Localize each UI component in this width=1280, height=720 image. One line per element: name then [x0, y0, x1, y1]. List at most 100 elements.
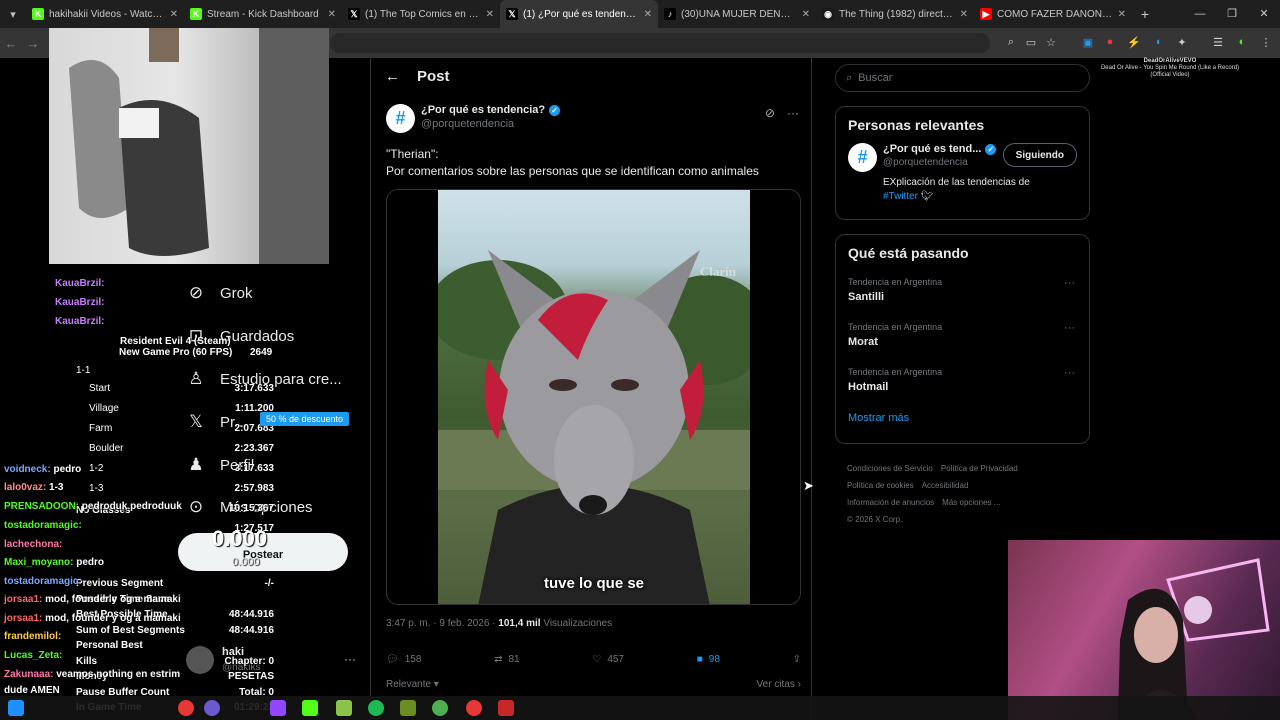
address-bar[interactable] — [330, 33, 990, 53]
back-arrow-icon[interactable]: ← — [385, 68, 417, 85]
profile-icon[interactable]: ◐ — [1234, 34, 1250, 50]
footer-link[interactable]: © 2026 X Corp. — [847, 515, 902, 524]
repost-button[interactable]: ⇄ 81 — [494, 654, 520, 665]
new-tab-icon[interactable]: + — [1132, 6, 1158, 22]
stat-label: Personal Best — [76, 640, 143, 651]
footer-link[interactable]: Más opciones ... — [942, 498, 1000, 507]
forward-nav-icon[interactable]: → — [22, 36, 44, 51]
browser-tab[interactable]: ◉ The Thing (1982) directed by J ✕ — [816, 0, 974, 28]
puzzle-icon[interactable]: ✦ — [1174, 34, 1190, 50]
chat-message: KauaBrzil: — [55, 278, 104, 296]
show-more-link[interactable]: Mostrar más — [836, 406, 1089, 436]
app-icon-obs[interactable] — [498, 700, 514, 716]
back-nav-icon[interactable]: ← — [0, 36, 22, 51]
zoom-icon[interactable]: ⌕ — [1003, 34, 1019, 50]
minimize-icon[interactable]: — — [1184, 0, 1216, 28]
footer-link[interactable]: Política de Privacidad — [941, 464, 1018, 473]
author-avatar[interactable]: # — [386, 104, 415, 133]
split-row: Boulder 2:23.367 — [76, 443, 274, 459]
tab-close-icon[interactable]: ✕ — [960, 9, 968, 20]
app-icon-minecraft[interactable] — [336, 700, 352, 716]
app-icon-record[interactable] — [178, 700, 194, 716]
account-menu-icon[interactable]: ··· — [344, 652, 356, 666]
trend-more-icon[interactable]: ··· — [1064, 322, 1075, 334]
trend-more-icon[interactable]: ··· — [1064, 277, 1075, 289]
post-timestamp[interactable]: 3:47 p. m. · 9 feb. 2026 · — [386, 618, 498, 629]
following-button[interactable]: Siguiendo — [1002, 143, 1077, 167]
split-name: Village — [89, 403, 119, 414]
search-input[interactable]: ⌕ Buscar — [835, 64, 1090, 92]
footer-link[interactable]: Política de cookies — [847, 481, 914, 490]
translate-extension-icon[interactable]: ⚡ — [1126, 34, 1142, 50]
browser-tab[interactable]: Khakihakii Videos - Watch On-De ✕ — [26, 0, 184, 28]
tab-close-icon[interactable]: ✕ — [802, 9, 810, 20]
author-handle[interactable]: @porquetendencia — [421, 118, 560, 130]
app-icon-opera[interactable] — [466, 700, 482, 716]
app-icon-twitch[interactable] — [270, 700, 286, 716]
grok-explain-icon[interactable]: ⊘ — [765, 106, 775, 120]
start-menu-icon[interactable] — [8, 700, 24, 716]
tab-close-icon[interactable]: ✕ — [328, 9, 336, 20]
stat-label: Kills — [76, 655, 98, 667]
sort-dropdown[interactable]: Relevante ▾ — [386, 679, 439, 690]
share-button[interactable]: ⇪ — [793, 654, 801, 665]
relevant-user-bio: EXplicación de las tendencias de #Twitter… — [836, 172, 1089, 204]
post-text-line: Por comentarios sobre las personas que s… — [386, 164, 759, 178]
grok-icon: ⊘ — [188, 283, 204, 302]
trend-item[interactable]: Tendencia en Argentina Morat ··· — [836, 316, 1089, 361]
mouse-cursor-icon: ➤ — [803, 478, 814, 493]
app-icon-kick[interactable] — [302, 700, 318, 716]
app-icon-discord[interactable] — [204, 700, 220, 716]
tab-close-icon[interactable]: ✕ — [644, 9, 652, 20]
tab-search-icon[interactable]: ▾ — [0, 0, 26, 28]
relevant-user-avatar[interactable]: # — [848, 143, 877, 172]
tab-title: hakihakii Videos - Watch On-De — [49, 8, 166, 20]
tab-close-icon[interactable]: ✕ — [486, 9, 494, 20]
footer-link[interactable]: Condiciones de Servicio — [847, 464, 933, 473]
bookmark-star-icon[interactable]: ☆ — [1043, 34, 1059, 50]
footer-link[interactable]: Información de anuncios — [847, 498, 934, 507]
split-row: Village 1:11.200 — [76, 403, 274, 419]
close-window-icon[interactable]: ✕ — [1248, 0, 1280, 28]
like-button[interactable]: ♡ 457 — [592, 654, 624, 665]
relevant-user[interactable]: # ¿Por qué es tend... ✓ @porquetendencia … — [836, 143, 1089, 172]
audio-extension-icon[interactable]: ◖ — [1150, 34, 1166, 50]
split-row: 1-3 2:57.983 — [76, 483, 274, 499]
nav-saved-label: Guardados — [220, 327, 295, 345]
app-icon-spotify[interactable] — [368, 700, 384, 716]
app-icon-chrome[interactable] — [432, 700, 448, 716]
browser-menu-icon[interactable]: ⋮ — [1258, 34, 1274, 50]
browser-tab[interactable]: K Stream - Kick Dashboard ✕ — [184, 0, 342, 28]
tab-close-icon[interactable]: ✕ — [1118, 9, 1126, 20]
browser-tab[interactable]: 𝕏 (1) The Top Comics en X: "Avan ✕ — [342, 0, 500, 28]
cast-icon[interactable]: ▭ — [1023, 34, 1039, 50]
browser-tab[interactable]: ♪ (30)UNA MUJER DENUNCIÓ Q ✕ — [658, 0, 816, 28]
maximize-icon[interactable]: ❐ — [1216, 0, 1248, 28]
trend-context: Tendencia en Argentina — [848, 322, 943, 332]
post-more-icon[interactable]: ··· — [787, 106, 799, 120]
post-author[interactable]: # ¿Por qué es tendencia? ✓ @porquetendenc… — [386, 104, 561, 133]
reply-button[interactable]: 💬︎ 158 — [386, 654, 421, 665]
browser-tab[interactable]: ▶ COMO FAZER DANONINHO C ✕ — [974, 0, 1132, 28]
relevant-user-handle[interactable]: @porquetendencia — [883, 157, 1003, 168]
author-name[interactable]: ¿Por qué es tendencia? — [421, 104, 545, 116]
tab-close-icon[interactable]: ✕ — [170, 9, 178, 20]
view-quotes-link[interactable]: Ver citas › — [757, 679, 801, 690]
app-icon-files[interactable] — [400, 700, 416, 716]
post-video[interactable]: Clarín tuve lo que se — [438, 190, 750, 604]
sidebar-panel-icon[interactable]: ☰ — [1210, 34, 1226, 50]
trend-item[interactable]: Tendencia en Argentina Hotmail ··· — [836, 361, 1089, 406]
trend-more-icon[interactable]: ··· — [1064, 367, 1075, 379]
bookmark-button[interactable]: ■ 98 — [697, 654, 720, 665]
relevant-user-name[interactable]: ¿Por qué es tend... — [883, 143, 981, 155]
post-media[interactable]: Clarín tuve lo que se — [386, 189, 801, 605]
trend-item[interactable]: Tendencia en Argentina Santilli ··· — [836, 271, 1089, 316]
extension-icon[interactable]: ▣ — [1080, 34, 1096, 50]
browser-tab[interactable]: 𝕏 (1) ¿Por qué es tendencia? ✕ — [500, 0, 658, 28]
footer-link[interactable]: Accesibilidad — [922, 481, 969, 490]
bio-hashtag-link[interactable]: #Twitter — [883, 191, 918, 202]
record-extension-icon[interactable]: ● — [1102, 34, 1118, 50]
nav-grok[interactable]: ⊘ Grok — [186, 283, 253, 303]
stat-row: Personal Best — [76, 640, 274, 656]
chat-username: PRENSADOON: — [4, 501, 80, 512]
